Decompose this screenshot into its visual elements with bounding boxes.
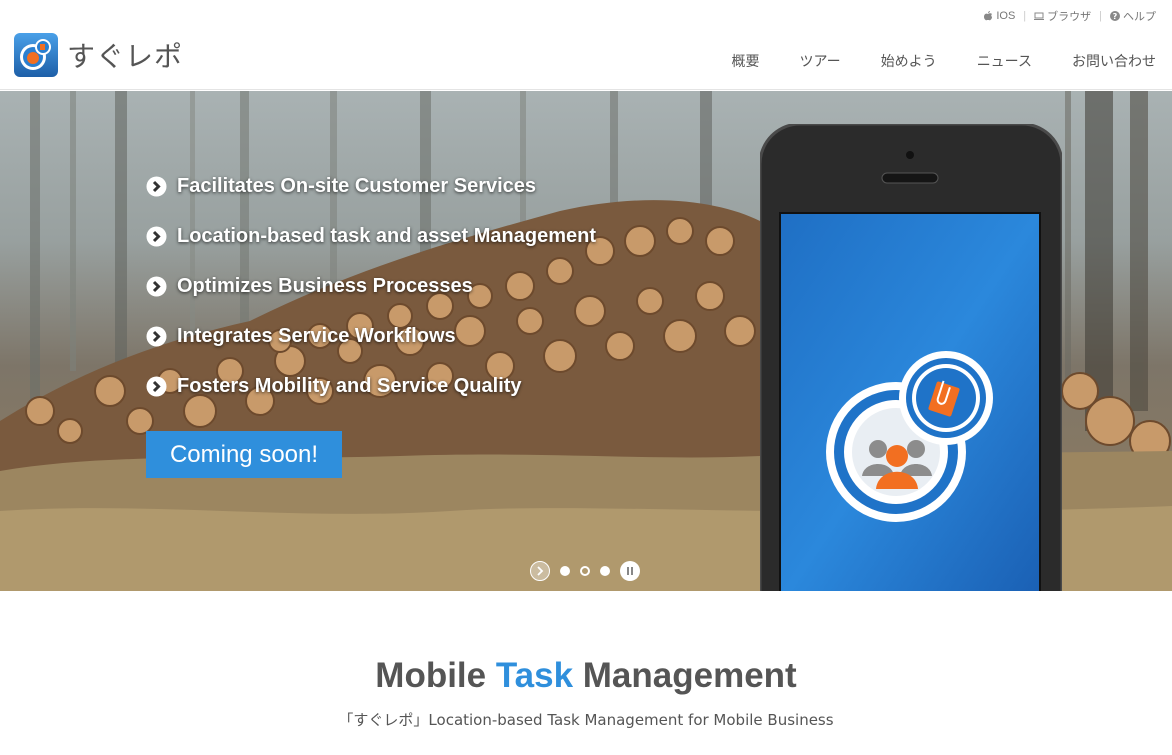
feature-list: Facilitates On-site Customer Services Lo… bbox=[146, 161, 596, 411]
chevron-circle-right-icon bbox=[146, 176, 167, 196]
slider-controls bbox=[530, 561, 640, 581]
chevron-circle-right-icon bbox=[146, 376, 167, 396]
pause-button[interactable] bbox=[620, 561, 640, 581]
feature-item: Optimizes Business Processes bbox=[146, 261, 596, 311]
brand-name: すぐレポ bbox=[67, 40, 184, 73]
svg-text:?: ? bbox=[1113, 12, 1118, 21]
separator: | bbox=[1023, 10, 1027, 22]
chevron-circle-right-icon bbox=[146, 276, 167, 296]
nav-get-started[interactable]: 始めよう bbox=[881, 51, 937, 71]
feature-text: Fosters Mobility and Service Quality bbox=[177, 374, 522, 397]
monitor-icon bbox=[1034, 12, 1045, 20]
ios-label: IOS bbox=[996, 10, 1016, 22]
next-slide-button[interactable] bbox=[530, 561, 550, 581]
separator: | bbox=[1099, 10, 1102, 22]
feature-item: Integrates Service Workflows bbox=[146, 311, 596, 361]
feature-text: Facilitates On-site Customer Services bbox=[177, 174, 537, 197]
chevron-circle-right-icon bbox=[146, 226, 167, 246]
browser-link[interactable]: ブラウザ bbox=[1034, 8, 1091, 24]
main-nav: 概要 ツアー 始めよう ニュース お問い合わせ bbox=[692, 51, 1156, 71]
feature-item: Location-based task and asset Management bbox=[146, 211, 596, 261]
slide-dot[interactable] bbox=[560, 566, 570, 576]
apple-icon bbox=[984, 11, 993, 21]
browser-label: ブラウザ bbox=[1047, 11, 1092, 23]
feature-text: Location-based task and asset Management bbox=[177, 224, 597, 247]
site-header: すぐレポ IOS | ブラウザ | ? ヘルプ 概要 ツアー 始めよう ニュース… bbox=[0, 0, 1172, 90]
nav-tour[interactable]: ツアー bbox=[800, 51, 841, 71]
feature-item: Facilitates On-site Customer Services bbox=[146, 161, 596, 211]
title-part: Mobile bbox=[375, 656, 496, 695]
brand-logo[interactable]: すぐレポ bbox=[13, 32, 183, 78]
nav-overview[interactable]: 概要 bbox=[732, 51, 760, 71]
phone-mockup-image bbox=[760, 124, 1062, 591]
app-logo-icon bbox=[14, 33, 58, 77]
hero-slider: Facilitates On-site Customer Services Lo… bbox=[0, 91, 1172, 591]
coming-soon-button[interactable]: Coming soon! bbox=[146, 431, 342, 478]
section-title: Mobile Task Management bbox=[0, 656, 1172, 696]
feature-text: Optimizes Business Processes bbox=[177, 274, 473, 297]
title-part: Management bbox=[573, 656, 797, 695]
help-link[interactable]: ? ヘルプ bbox=[1110, 8, 1156, 24]
ios-link[interactable]: IOS bbox=[983, 10, 1015, 22]
feature-item: Fosters Mobility and Service Quality bbox=[146, 361, 596, 411]
utility-links: IOS | ブラウザ | ? ヘルプ bbox=[983, 8, 1156, 24]
chevron-circle-right-icon bbox=[146, 326, 167, 346]
title-accent: Task bbox=[495, 656, 574, 695]
feature-text: Integrates Service Workflows bbox=[177, 324, 456, 347]
section-subtitle: 「すぐレポ」Location-based Task Management for… bbox=[338, 711, 834, 729]
slide-dot-active[interactable] bbox=[580, 566, 590, 576]
pause-icon bbox=[627, 567, 633, 575]
question-icon: ? bbox=[1110, 11, 1120, 21]
chevron-right-icon bbox=[537, 566, 544, 576]
slide-dot[interactable] bbox=[600, 566, 610, 576]
nav-news[interactable]: ニュース bbox=[977, 51, 1032, 71]
nav-contact[interactable]: お問い合わせ bbox=[1072, 51, 1156, 71]
help-label: ヘルプ bbox=[1123, 11, 1156, 23]
